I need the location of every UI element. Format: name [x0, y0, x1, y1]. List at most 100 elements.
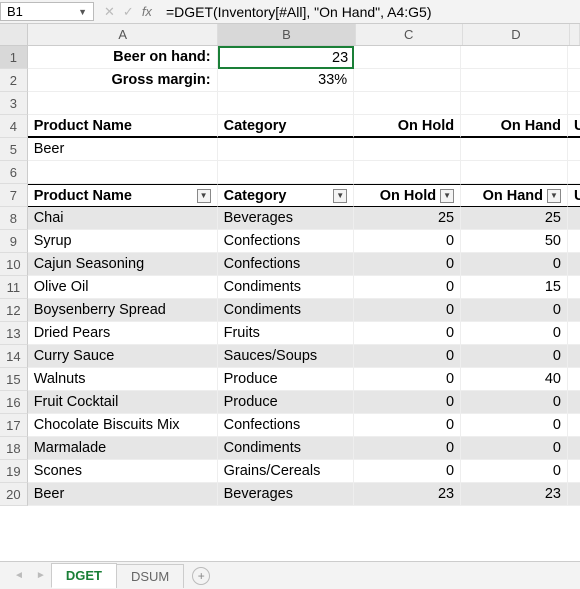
cell-category[interactable]: Confections [218, 230, 355, 253]
cell-A1[interactable]: Beer on hand: [28, 46, 218, 69]
cell-onhold[interactable]: 0 [354, 460, 461, 483]
cell-onhand[interactable]: 50 [461, 230, 568, 253]
cell-e[interactable] [568, 414, 580, 437]
cell-category[interactable]: Confections [218, 414, 355, 437]
row-header[interactable]: 9 [0, 230, 28, 253]
cell-B4[interactable]: Category [218, 115, 355, 138]
cell-onhand[interactable]: 23 [461, 483, 568, 506]
cell-product[interactable]: Olive Oil [28, 276, 218, 299]
cell-product[interactable]: Cajun Seasoning [28, 253, 218, 276]
filter-dropdown-icon[interactable]: ▼ [197, 189, 211, 203]
cell-category[interactable]: Produce [218, 368, 355, 391]
tab-prev-icon[interactable]: ◄ [8, 570, 30, 581]
col-header-B[interactable]: B [218, 24, 355, 45]
cell-onhand[interactable]: 40 [461, 368, 568, 391]
cell-category[interactable]: Produce [218, 391, 355, 414]
cell-product[interactable]: Chocolate Biscuits Mix [28, 414, 218, 437]
cell-product[interactable]: Walnuts [28, 368, 218, 391]
cell-B6[interactable] [218, 161, 355, 184]
cell-E5[interactable] [568, 138, 580, 161]
row-header[interactable]: 1 [0, 46, 28, 69]
cell-E4[interactable]: U [568, 115, 580, 138]
cell-e[interactable] [568, 230, 580, 253]
cell-C1[interactable] [354, 46, 461, 69]
cell-onhand[interactable]: 0 [461, 437, 568, 460]
cell-product[interactable]: Curry Sauce [28, 345, 218, 368]
cell-C5[interactable] [354, 138, 461, 161]
cell-C3[interactable] [354, 92, 461, 115]
row-header[interactable]: 12 [0, 299, 28, 322]
cell-e[interactable] [568, 253, 580, 276]
cell-A2[interactable]: Gross margin: [28, 69, 218, 92]
cell-onhold[interactable]: 0 [354, 391, 461, 414]
row-header[interactable]: 16 [0, 391, 28, 414]
cell-B5[interactable] [218, 138, 355, 161]
cell-A5[interactable]: Beer [28, 138, 218, 161]
chevron-down-icon[interactable]: ▼ [78, 7, 87, 17]
cell-E7[interactable]: U [568, 184, 580, 207]
cell-product[interactable]: Dried Pears [28, 322, 218, 345]
cell-onhand[interactable]: 0 [461, 391, 568, 414]
row-header[interactable]: 3 [0, 92, 28, 115]
cell-product[interactable]: Marmalade [28, 437, 218, 460]
cell-onhold[interactable]: 0 [354, 299, 461, 322]
cell-A3[interactable] [28, 92, 218, 115]
cell-D6[interactable] [461, 161, 568, 184]
cell-e[interactable] [568, 391, 580, 414]
cancel-icon[interactable]: ✕ [104, 4, 115, 20]
cell-e[interactable] [568, 299, 580, 322]
col-header-D[interactable]: D [463, 24, 570, 45]
cell-product[interactable]: Boysenberry Spread [28, 299, 218, 322]
row-header[interactable]: 20 [0, 483, 28, 506]
cell-category[interactable]: Condiments [218, 299, 355, 322]
cell-product[interactable]: Chai [28, 207, 218, 230]
row-header[interactable]: 4 [0, 115, 28, 138]
accept-icon[interactable]: ✓ [123, 4, 134, 20]
row-header[interactable]: 19 [0, 460, 28, 483]
add-sheet-button[interactable]: + [192, 567, 210, 585]
cell-C2[interactable] [354, 69, 461, 92]
cell-onhand[interactable]: 15 [461, 276, 568, 299]
col-header-C[interactable]: C [356, 24, 463, 45]
cell-A4[interactable]: Product Name [28, 115, 218, 138]
cell-e[interactable] [568, 276, 580, 299]
row-header[interactable]: 8 [0, 207, 28, 230]
cell-onhand[interactable]: 0 [461, 460, 568, 483]
cell-E3[interactable] [568, 92, 580, 115]
row-header[interactable]: 10 [0, 253, 28, 276]
cell-B1[interactable]: 23 [218, 46, 355, 69]
row-header[interactable]: 2 [0, 69, 28, 92]
cell-E2[interactable] [568, 69, 580, 92]
cell-e[interactable] [568, 322, 580, 345]
cell-onhold[interactable]: 0 [354, 368, 461, 391]
fx-icon[interactable]: fx [142, 4, 152, 19]
cell-onhold[interactable]: 0 [354, 414, 461, 437]
cell-category[interactable]: Beverages [218, 483, 355, 506]
cell-category[interactable]: Beverages [218, 207, 355, 230]
cell-e[interactable] [568, 368, 580, 391]
cell-product[interactable]: Beer [28, 483, 218, 506]
row-header[interactable]: 6 [0, 161, 28, 184]
cell-onhold[interactable]: 0 [354, 437, 461, 460]
cell-onhold[interactable]: 23 [354, 483, 461, 506]
cell-product[interactable]: Fruit Cocktail [28, 391, 218, 414]
cell-E6[interactable] [568, 161, 580, 184]
row-header[interactable]: 11 [0, 276, 28, 299]
cell-D7[interactable]: On Hand▼ [461, 184, 568, 207]
cell-D5[interactable] [461, 138, 568, 161]
cell-category[interactable]: Confections [218, 253, 355, 276]
cell-D4[interactable]: On Hand [461, 115, 568, 138]
row-header[interactable]: 17 [0, 414, 28, 437]
cell-onhand[interactable]: 0 [461, 253, 568, 276]
cell-product[interactable]: Scones [28, 460, 218, 483]
cell-onhold[interactable]: 0 [354, 230, 461, 253]
cell-D1[interactable] [461, 46, 568, 69]
cell-D3[interactable] [461, 92, 568, 115]
cell-D2[interactable] [461, 69, 568, 92]
cell-onhold[interactable]: 0 [354, 276, 461, 299]
cell-category[interactable]: Condiments [218, 276, 355, 299]
cell-e[interactable] [568, 483, 580, 506]
row-header[interactable]: 13 [0, 322, 28, 345]
formula-input[interactable]: =DGET(Inventory[#All], "On Hand", A4:G5) [162, 4, 580, 20]
filter-dropdown-icon[interactable]: ▼ [333, 189, 347, 203]
